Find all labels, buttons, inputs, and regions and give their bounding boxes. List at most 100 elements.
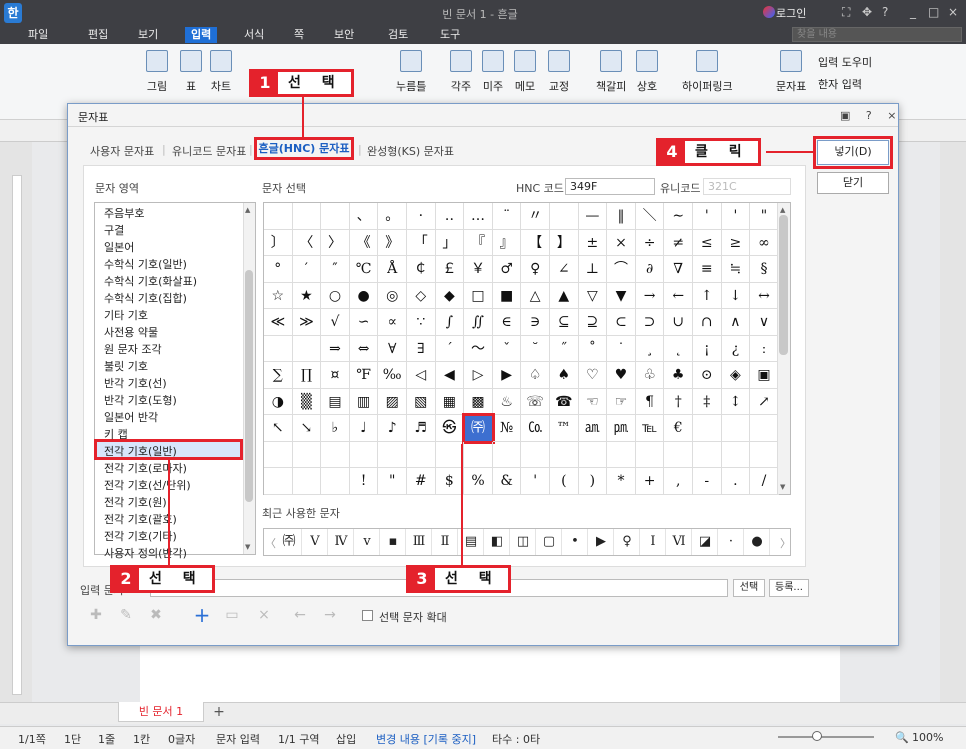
char-cell[interactable]: ￠ <box>407 256 436 283</box>
char-cell[interactable]: ° <box>264 256 293 283</box>
char-cell[interactable]: ◈ <box>721 362 751 389</box>
char-cell[interactable]: ″ <box>321 256 350 283</box>
char-cell[interactable] <box>292 203 322 230</box>
char-cell[interactable]: ' <box>693 203 722 230</box>
char-cell[interactable]: ∇ <box>664 256 693 283</box>
char-cell[interactable] <box>521 441 550 468</box>
recent-char[interactable]: ▶ <box>589 529 614 555</box>
char-cell[interactable]: ≒ <box>721 256 751 283</box>
insert-button[interactable]: 넣기(D) <box>813 136 893 169</box>
char-cell[interactable] <box>321 468 350 495</box>
category-item[interactable]: 전각 기호(일반) <box>104 443 177 459</box>
grid-scroll-thumb[interactable] <box>779 215 788 355</box>
char-cell[interactable]: ▶ <box>492 362 522 389</box>
add-icon[interactable]: + <box>190 604 214 626</box>
help-icon[interactable]: ? <box>882 5 888 19</box>
category-item[interactable]: 전각 기호(선/단위) <box>104 477 191 493</box>
recent-char[interactable]: ◪ <box>693 529 718 555</box>
char-cell[interactable]: 〈 <box>292 229 322 256</box>
category-item[interactable]: 원 문자 조각 <box>104 341 162 357</box>
category-item[interactable]: 일본어 <box>104 239 134 255</box>
menu-security[interactable]: 보안 <box>328 27 360 43</box>
category-item[interactable]: 사전용 약물 <box>104 324 158 340</box>
char-cell[interactable]: & <box>492 468 522 495</box>
char-cell[interactable]: ¸ <box>635 335 665 362</box>
char-cell[interactable]: % <box>464 468 493 495</box>
char-cell[interactable]: ∼ <box>664 203 693 230</box>
category-item[interactable]: 수학식 기호(화살표) <box>104 273 197 289</box>
ribbon-memo-button[interactable]: 메모 <box>514 50 536 94</box>
char-cell[interactable]: ♩ <box>349 415 379 442</box>
char-cell[interactable]: 〕 <box>264 229 293 256</box>
ribbon-footnote-button[interactable]: 각주 <box>450 50 472 94</box>
char-cell[interactable]: № <box>492 415 522 442</box>
char-cell[interactable]: ∪ <box>664 309 693 336</box>
char-cell[interactable]: ' <box>521 468 550 495</box>
char-cell[interactable]: — <box>578 203 608 230</box>
char-cell[interactable]: ≠ <box>664 229 693 256</box>
status-track-changes[interactable]: 변경 내용 [기록 중지] <box>376 731 476 747</box>
category-item[interactable]: 반각 기호(선) <box>104 375 167 391</box>
char-cell[interactable]: ↖ <box>264 415 293 442</box>
document-tab[interactable]: 빈 문서 1 <box>118 702 204 722</box>
scroll-down-icon[interactable]: ▼ <box>780 483 785 491</box>
char-cell[interactable]: ∽ <box>349 309 379 336</box>
char-cell[interactable]: ⊃ <box>635 309 665 336</box>
char-cell[interactable]: ↔ <box>750 282 779 309</box>
move-left-icon[interactable]: ← <box>288 604 312 626</box>
char-cell[interactable]: ∩ <box>693 309 722 336</box>
char-cell[interactable]: ↑ <box>693 282 722 309</box>
char-cell[interactable]: ▤ <box>321 388 350 415</box>
menu-input[interactable]: 입력 <box>185 27 218 43</box>
char-cell[interactable]: ♂ <box>492 256 522 283</box>
char-cell[interactable]: ↘ <box>292 415 322 442</box>
char-cell[interactable]: ▽ <box>578 282 608 309</box>
category-item[interactable]: 일본어 반각 <box>104 409 158 425</box>
layout-icon[interactable]: ✥ <box>862 5 872 19</box>
char-cell[interactable]: ÷ <box>635 229 665 256</box>
move-right-icon[interactable]: → <box>318 604 342 626</box>
char-cell[interactable]: ± <box>578 229 608 256</box>
char-cell[interactable]: + <box>635 468 665 495</box>
search-input[interactable]: 찾을 내용 <box>792 27 962 42</box>
char-cell[interactable]: ☎ <box>550 388 579 415</box>
char-cell[interactable]: ´ <box>435 335 465 362</box>
char-cell[interactable]: ↕ <box>721 388 751 415</box>
char-cell[interactable]: / <box>750 468 779 495</box>
recent-next-icon[interactable]: 〉 <box>780 535 791 551</box>
ribbon-endnote-button[interactable]: 미주 <box>482 50 504 94</box>
char-cell[interactable]: ˝ <box>550 335 579 362</box>
char-cell[interactable]: ⌒ <box>607 256 636 283</box>
scroll-up-icon[interactable]: ▲ <box>780 206 785 214</box>
char-cell[interactable]: , <box>664 468 693 495</box>
ribbon-picture-button[interactable]: 그림 <box>146 50 168 94</box>
char-cell[interactable]: ː <box>750 335 779 362</box>
char-cell[interactable]: · <box>407 203 436 230</box>
char-cell[interactable]: → <box>635 282 665 309</box>
char-cell[interactable]: ㈜ <box>462 413 495 444</box>
char-cell[interactable] <box>264 441 293 468</box>
char-cell[interactable] <box>407 441 436 468</box>
char-cell[interactable]: ∫ <box>435 309 465 336</box>
char-cell[interactable]: ☆ <box>264 282 293 309</box>
char-cell[interactable]: ↗ <box>750 388 779 415</box>
char-cell[interactable]: ▧ <box>407 388 436 415</box>
char-cell[interactable] <box>292 468 322 495</box>
char-cell[interactable] <box>693 441 722 468</box>
char-cell[interactable] <box>349 441 379 468</box>
char-cell[interactable]: △ <box>521 282 550 309</box>
char-cell[interactable]: ¡ <box>693 335 722 362</box>
char-cell[interactable]: ♨ <box>492 388 522 415</box>
category-item[interactable]: 전각 기호(기타) <box>104 528 177 544</box>
char-cell[interactable] <box>292 335 322 362</box>
char-cell[interactable]: ˘ <box>521 335 550 362</box>
char-cell[interactable]: 《 <box>349 229 379 256</box>
char-cell[interactable]: ￥ <box>464 256 493 283</box>
char-cell[interactable]: ● <box>349 282 379 309</box>
char-cell[interactable]: 」 <box>435 229 465 256</box>
menu-file[interactable]: 파일 <box>22 27 54 43</box>
char-cell[interactable]: ≤ <box>693 229 722 256</box>
char-cell[interactable]: ㏘ <box>607 415 636 442</box>
char-cell[interactable] <box>635 441 665 468</box>
copy-icon[interactable]: ▭ <box>220 604 244 626</box>
